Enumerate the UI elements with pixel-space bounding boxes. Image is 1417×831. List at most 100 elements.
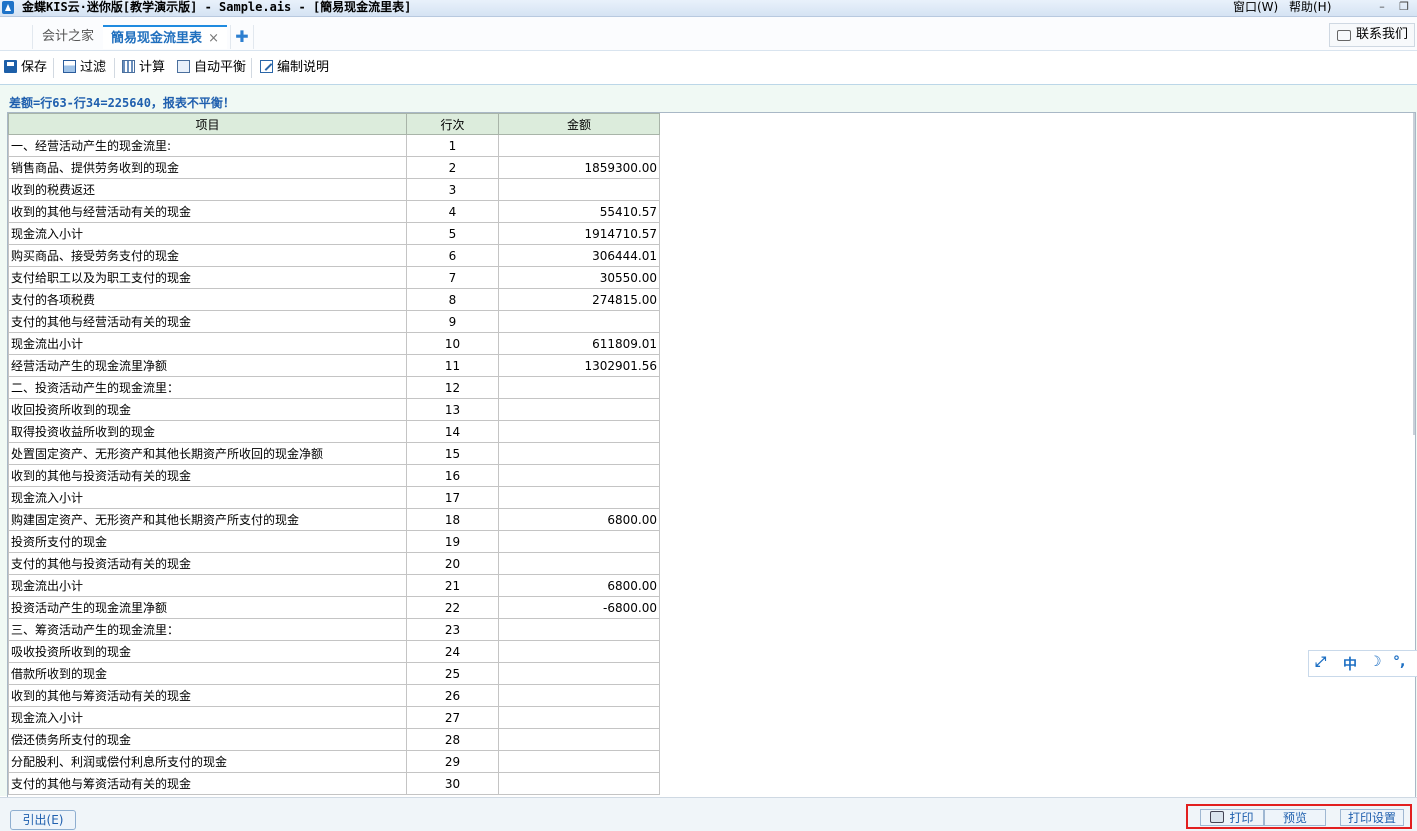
- print-setup-button[interactable]: 打印设置: [1340, 809, 1404, 826]
- row-number-cell[interactable]: 13: [406, 398, 499, 421]
- row-number-cell[interactable]: 11: [406, 354, 499, 377]
- table-row[interactable]: 处置固定资产、无形资产和其他长期资产所收回的现金净额 15: [8, 442, 660, 465]
- row-amount-cell[interactable]: [498, 442, 660, 465]
- row-amount-cell[interactable]: 6800.00: [498, 574, 660, 597]
- row-item-cell[interactable]: 现金流入小计: [8, 222, 407, 245]
- row-amount-cell[interactable]: [498, 552, 660, 575]
- row-number-cell[interactable]: 25: [406, 662, 499, 685]
- table-row[interactable]: 投资活动产生的现金流里净额 22 -6800.00: [8, 596, 660, 619]
- edit-notes-button[interactable]: 编制说明: [260, 59, 329, 77]
- row-number-cell[interactable]: 3: [406, 178, 499, 201]
- row-amount-cell[interactable]: [498, 398, 660, 421]
- vertical-scrollbar[interactable]: [1413, 113, 1415, 435]
- row-number-cell[interactable]: 9: [406, 310, 499, 333]
- table-row[interactable]: 支付的其他与筹资活动有关的现金 30: [8, 772, 660, 795]
- table-row[interactable]: 吸收投资所收到的现金 24: [8, 640, 660, 663]
- row-number-cell[interactable]: 15: [406, 442, 499, 465]
- row-item-cell[interactable]: 收到的其他与筹资活动有关的现金: [8, 684, 407, 707]
- row-number-cell[interactable]: 28: [406, 728, 499, 751]
- row-number-cell[interactable]: 30: [406, 772, 499, 795]
- row-item-cell[interactable]: 处置固定资产、无形资产和其他长期资产所收回的现金净额: [8, 442, 407, 465]
- row-amount-cell[interactable]: [498, 486, 660, 509]
- tab-accounting-home[interactable]: 会计之家: [32, 25, 104, 49]
- calculate-button[interactable]: 计算: [122, 59, 165, 77]
- row-item-cell[interactable]: 二、投资活动产生的现金流里：: [8, 376, 407, 399]
- row-amount-cell[interactable]: [498, 772, 660, 795]
- table-row[interactable]: 投资所支付的现金 19: [8, 530, 660, 553]
- table-row[interactable]: 三、筹资活动产生的现金流里： 23: [8, 618, 660, 641]
- row-number-cell[interactable]: 27: [406, 706, 499, 729]
- row-item-cell[interactable]: 销售商品、提供劳务收到的现金: [8, 156, 407, 179]
- table-row[interactable]: 支付给职工以及为职工支付的现金 7 30550.00: [8, 266, 660, 289]
- table-row[interactable]: 取得投资收益所收到的现金 14: [8, 420, 660, 443]
- table-row[interactable]: 二、投资活动产生的现金流里： 12: [8, 376, 660, 399]
- table-row[interactable]: 经营活动产生的现金流里净额 11 1302901.56: [8, 354, 660, 377]
- auto-balance-button[interactable]: 自动平衡: [177, 59, 246, 77]
- row-item-cell[interactable]: 投资活动产生的现金流里净额: [8, 596, 407, 619]
- punctuation-icon[interactable]: °,: [1393, 654, 1405, 670]
- menu-window[interactable]: 窗口(W): [1233, 0, 1278, 15]
- table-row[interactable]: 收到的其他与筹资活动有关的现金 26: [8, 684, 660, 707]
- row-item-cell[interactable]: 现金流入小计: [8, 706, 407, 729]
- row-item-cell[interactable]: 支付的各项税费: [8, 288, 407, 311]
- row-amount-cell[interactable]: [498, 530, 660, 553]
- row-amount-cell[interactable]: [498, 464, 660, 487]
- row-amount-cell[interactable]: -6800.00: [498, 596, 660, 619]
- row-amount-cell[interactable]: [498, 178, 660, 201]
- table-row[interactable]: 现金流入小计 17: [8, 486, 660, 509]
- row-amount-cell[interactable]: [498, 420, 660, 443]
- row-item-cell[interactable]: 借款所收到的现金: [8, 662, 407, 685]
- minimize-icon[interactable]: –: [1372, 0, 1392, 15]
- table-row[interactable]: 现金流出小计 21 6800.00: [8, 574, 660, 597]
- row-item-cell[interactable]: 投资所支付的现金: [8, 530, 407, 553]
- preview-button[interactable]: 预览: [1264, 809, 1326, 826]
- row-amount-cell[interactable]: [498, 662, 660, 685]
- row-number-cell[interactable]: 14: [406, 420, 499, 443]
- table-row[interactable]: 支付的其他与经营活动有关的现金 9: [8, 310, 660, 333]
- close-icon[interactable]: ×: [208, 27, 219, 51]
- table-row[interactable]: 收到的税费返还 3: [8, 178, 660, 201]
- ime-toolbar[interactable]: ⤢ 中 ☽ °,: [1308, 650, 1417, 677]
- row-amount-cell[interactable]: [498, 706, 660, 729]
- table-row[interactable]: 现金流入小计 5 1914710.57: [8, 222, 660, 245]
- row-item-cell[interactable]: 三、筹资活动产生的现金流里：: [8, 618, 407, 641]
- row-number-cell[interactable]: 26: [406, 684, 499, 707]
- row-amount-cell[interactable]: 1859300.00: [498, 156, 660, 179]
- row-number-cell[interactable]: 16: [406, 464, 499, 487]
- filter-button[interactable]: 过滤: [63, 59, 106, 77]
- table-row[interactable]: 一、经营活动产生的现金流里: 1: [8, 134, 660, 157]
- add-tab-icon[interactable]: ✚: [230, 25, 254, 49]
- row-number-cell[interactable]: 18: [406, 508, 499, 531]
- row-item-cell[interactable]: 支付的其他与投资活动有关的现金: [8, 552, 407, 575]
- row-number-cell[interactable]: 22: [406, 596, 499, 619]
- table-row[interactable]: 购建固定资产、无形资产和其他长期资产所支付的现金 18 6800.00: [8, 508, 660, 531]
- table-row[interactable]: 购买商品、接受劳务支付的现金 6 306444.01: [8, 244, 660, 267]
- row-number-cell[interactable]: 1: [406, 134, 499, 157]
- ime-mode-chinese[interactable]: 中: [1343, 654, 1357, 674]
- expand-icon[interactable]: ⤢: [1315, 654, 1326, 670]
- row-number-cell[interactable]: 7: [406, 266, 499, 289]
- row-item-cell[interactable]: 现金流出小计: [8, 574, 407, 597]
- row-amount-cell[interactable]: [498, 134, 660, 157]
- row-item-cell[interactable]: 取得投资收益所收到的现金: [8, 420, 407, 443]
- row-item-cell[interactable]: 现金流出小计: [8, 332, 407, 355]
- row-item-cell[interactable]: 收回投资所收到的现金: [8, 398, 407, 421]
- row-item-cell[interactable]: 偿还债务所支付的现金: [8, 728, 407, 751]
- row-number-cell[interactable]: 2: [406, 156, 499, 179]
- row-amount-cell[interactable]: [498, 640, 660, 663]
- row-item-cell[interactable]: 购建固定资产、无形资产和其他长期资产所支付的现金: [8, 508, 407, 531]
- table-row[interactable]: 偿还债务所支付的现金 28: [8, 728, 660, 751]
- row-amount-cell[interactable]: 55410.57: [498, 200, 660, 223]
- table-row[interactable]: 现金流出小计 10 611809.01: [8, 332, 660, 355]
- tab-simple-cashflow[interactable]: 簡易现金流里表 ×: [103, 25, 227, 49]
- row-number-cell[interactable]: 29: [406, 750, 499, 773]
- column-header-row-no[interactable]: 行次: [406, 113, 499, 135]
- row-amount-cell[interactable]: 30550.00: [498, 266, 660, 289]
- row-item-cell[interactable]: 经营活动产生的现金流里净额: [8, 354, 407, 377]
- row-item-cell[interactable]: 分配股利、利润或偿付利息所支付的现金: [8, 750, 407, 773]
- row-item-cell[interactable]: 现金流入小计: [8, 486, 407, 509]
- table-row[interactable]: 借款所收到的现金 25: [8, 662, 660, 685]
- row-amount-cell[interactable]: 306444.01: [498, 244, 660, 267]
- row-item-cell[interactable]: 支付的其他与经营活动有关的现金: [8, 310, 407, 333]
- row-number-cell[interactable]: 24: [406, 640, 499, 663]
